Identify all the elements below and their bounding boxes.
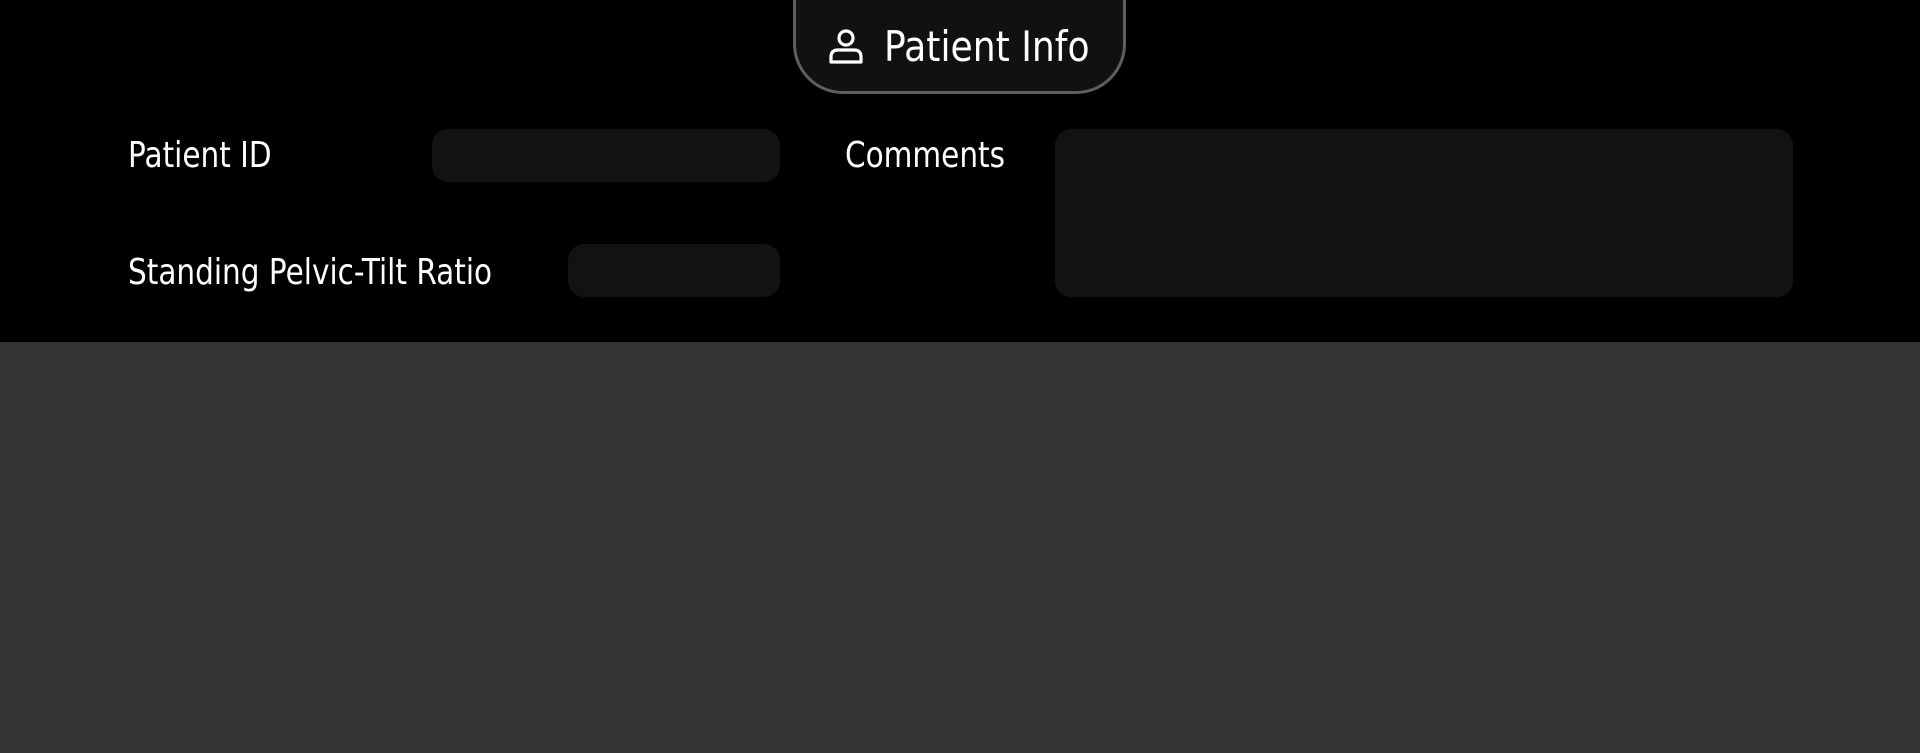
content-area	[0, 342, 1920, 753]
comments-textarea[interactable]	[1055, 129, 1793, 297]
patient-info-panel: Patient Info Patient ID Standing Pelvic-…	[0, 0, 1920, 342]
patient-info-tab[interactable]: Patient Info	[793, 0, 1126, 94]
pelvic-tilt-ratio-input[interactable]	[568, 244, 780, 297]
pelvic-tilt-ratio-label: Standing Pelvic-Tilt Ratio	[128, 252, 493, 293]
patient-id-input[interactable]	[432, 129, 780, 182]
tab-label: Patient Info	[883, 21, 1090, 71]
patient-id-label: Patient ID	[128, 135, 272, 176]
comments-label: Comments	[845, 135, 1006, 176]
user-icon	[826, 26, 866, 66]
